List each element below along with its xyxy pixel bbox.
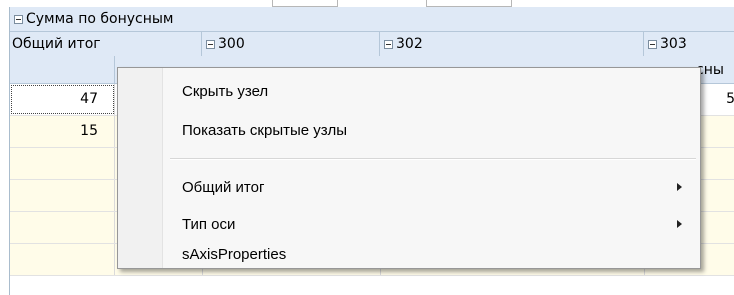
column-label: 303 [660, 36, 687, 52]
pivot-window: Сумма по бонусным Общий итог 300 302 303 [0, 0, 734, 295]
menu-item-grand-total[interactable]: Общий итог [166, 173, 694, 201]
top-field-box[interactable] [426, 0, 512, 7]
partial-cell[interactable]: 5 [710, 84, 734, 115]
collapse-icon[interactable] [384, 39, 393, 49]
total-cell[interactable]: 47 [10, 84, 115, 115]
total-cell[interactable] [10, 212, 115, 243]
menu-icon-gutter [118, 68, 163, 268]
menu-separator [170, 158, 696, 160]
column-label: 300 [218, 36, 245, 52]
column-header-row: Общий итог 300 302 303 [10, 32, 734, 56]
menu-item-label: Общий итог [182, 178, 265, 196]
menu-item-label: Показать скрытые узлы [182, 121, 348, 139]
submenu-arrow-icon [677, 183, 682, 191]
data-field-label: Сумма по бонусным [26, 11, 174, 27]
column-header-302[interactable]: 302 [380, 32, 644, 56]
total-cell[interactable] [10, 148, 115, 179]
total-cell[interactable]: 15 [10, 116, 115, 147]
total-cell[interactable] [10, 244, 115, 275]
row-header-cell[interactable]: Общий итог [10, 32, 202, 56]
menu-item-axis-properties[interactable]: sAxisProperties [166, 242, 694, 266]
column-label: 302 [396, 36, 423, 52]
column-header-300[interactable]: 300 [202, 32, 380, 56]
menu-item-hide-node[interactable]: Скрыть узел [166, 77, 694, 105]
row-header-label: Общий итог [12, 36, 101, 52]
submenu-arrow-icon [677, 220, 682, 228]
context-menu: Скрыть узел Показать скрытые узлы Общий … [117, 67, 701, 269]
top-field-box[interactable] [272, 0, 338, 7]
collapse-icon[interactable] [648, 39, 657, 49]
menu-item-label: Тип оси [182, 215, 236, 233]
collapse-icon[interactable] [14, 14, 23, 24]
column-header-303[interactable]: 303 [644, 32, 734, 56]
total-cell[interactable] [10, 180, 115, 211]
subheader-cell [10, 56, 115, 83]
menu-item-label: sAxisProperties [182, 245, 287, 263]
menu-item-axis-type[interactable]: Тип оси [166, 210, 694, 238]
menu-item-label: Скрыть узел [182, 82, 269, 100]
collapse-icon[interactable] [206, 39, 215, 49]
data-field-header[interactable]: Сумма по бонусным [10, 7, 734, 32]
menu-item-show-hidden-nodes[interactable]: Показать скрытые узлы [166, 116, 694, 144]
